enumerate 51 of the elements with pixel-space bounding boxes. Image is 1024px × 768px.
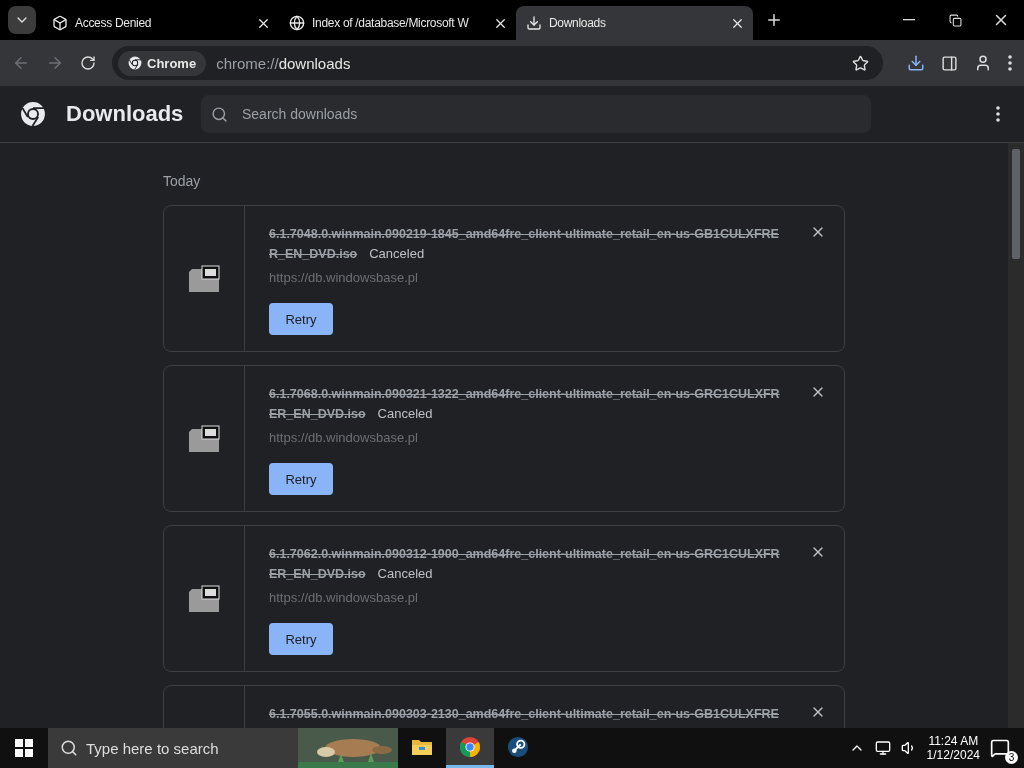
restore-icon — [948, 13, 962, 27]
search-icon — [211, 105, 228, 123]
url-text: chrome://downloads — [216, 54, 352, 72]
windows-logo-icon — [15, 739, 33, 757]
plus-icon — [765, 11, 783, 29]
network-icon[interactable] — [874, 740, 891, 756]
site-chip: Chrome — [118, 50, 207, 76]
minimize-icon — [903, 19, 915, 21]
taskbar-search-field[interactable]: Type here to search — [48, 728, 398, 768]
chrome-icon — [459, 735, 481, 758]
date-heading: Today — [163, 173, 202, 189]
search-placeholder: Type here to search — [86, 739, 220, 757]
scrollbar[interactable] — [1008, 143, 1024, 728]
retry-button[interactable]: Retry — [269, 623, 333, 655]
search-field[interactable]: Search downloads — [201, 95, 871, 133]
cube-icon — [52, 15, 68, 31]
menu-icon — [996, 106, 1000, 122]
globe-icon — [289, 15, 305, 31]
search-icon — [60, 739, 78, 757]
chrome-logo-icon — [20, 101, 46, 127]
browser-tab[interactable]: Downloads — [516, 6, 753, 40]
download-icon — [526, 15, 542, 31]
menu-icon — [1008, 55, 1012, 71]
disc-image-file-icon — [188, 424, 220, 453]
person-icon — [974, 54, 992, 72]
disc-image-file-icon — [188, 264, 220, 293]
download-icon — [907, 54, 925, 72]
search-placeholder: Search downloads — [242, 106, 358, 122]
file-name-and-status[interactable]: 6.1.7068.0.winmain.090321-1322_amd64fre_client-ultimate_retail_en-us-GRC1CULXFRER_EN_DVD.iso Canceled — [269, 384, 781, 424]
tab-search-button[interactable] — [8, 6, 36, 34]
page-title: Downloads — [66, 101, 181, 127]
notification-count: 3 — [1005, 751, 1018, 764]
steam-icon — [507, 735, 529, 758]
retry-button[interactable]: Retry — [269, 303, 333, 335]
retry-button[interactable]: Retry — [269, 463, 333, 495]
forward-arrow-icon — [46, 54, 64, 72]
taskbar-app[interactable] — [446, 728, 494, 768]
browser-tab[interactable]: Index of /database/Microsoft W — [279, 6, 516, 40]
folder-icon — [411, 737, 433, 756]
clock[interactable]: 11:24 AM 1/12/2024 — [926, 734, 980, 762]
reload-icon — [80, 55, 96, 71]
file-name-and-status[interactable]: 6.1.7048.0.winmain.090219-1845_amd64fre_client-ultimate_retail_en-us-GB1CULXFRER_EN_DVD.iso Canceled — [269, 224, 781, 264]
bookmark-star-icon[interactable] — [852, 54, 869, 72]
file-name-and-status[interactable]: 6.1.7062.0.winmain.090312-1900_amd64fre_client-ultimate_retail_en-us-GRC1CULXFRER_EN_DVD.iso Canceled — [269, 544, 781, 584]
browser-tab[interactable]: Access Denied — [42, 6, 279, 40]
notifications-icon[interactable] — [990, 738, 1010, 758]
chrome-logo-icon — [128, 56, 142, 70]
disc-image-file-icon — [188, 584, 220, 613]
address-bar[interactable]: Chrome chrome://downloads — [112, 46, 883, 80]
side-panel-icon — [941, 54, 958, 72]
file-name-and-status[interactable]: 6.1.7055.0.winmain.090303-2130_amd64fre_client-ultimate_retail_en-us-GB1CULXFRE — [269, 704, 781, 724]
